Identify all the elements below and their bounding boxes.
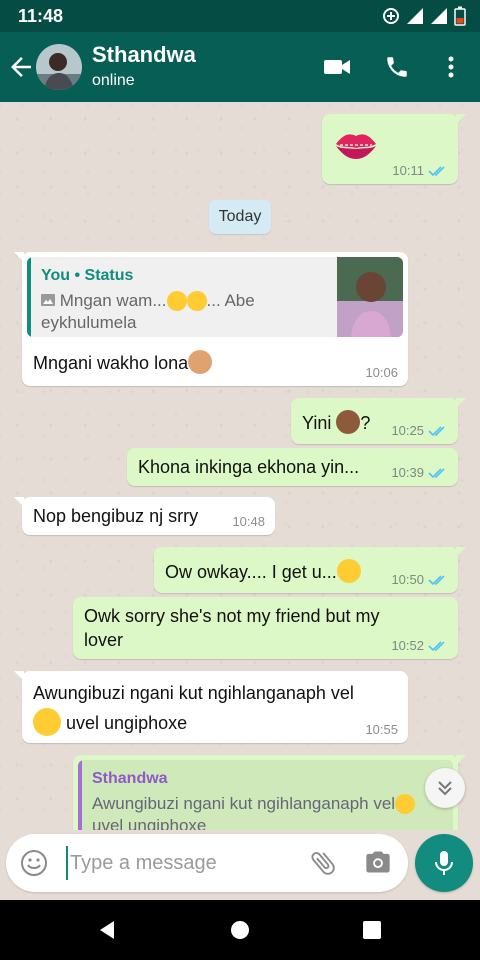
tongue-wink-emoji (166, 291, 187, 311)
grinning-face-emoji (395, 794, 416, 814)
message-text: Ow owkay.... I get u... (165, 559, 361, 583)
quote-text-line2: uvel ungiphoxe (92, 816, 207, 830)
kiss-mark-emoji (336, 134, 376, 159)
quoted-status[interactable]: You • Status Mngan wam...... Abe eykhulu… (27, 257, 403, 337)
status-icons (382, 5, 466, 27)
avatar-image (36, 44, 82, 90)
image-icon (41, 294, 55, 306)
message-meta: 10:11 (392, 163, 448, 178)
voice-call-icon (387, 57, 407, 77)
date-divider: Today (209, 200, 271, 234)
attach-icon (311, 852, 335, 875)
message-time: 10:11 (392, 163, 424, 178)
signal-icon (407, 8, 423, 24)
nav-back-icon (100, 921, 114, 939)
nav-recents-icon (363, 921, 381, 939)
quote-author: Sthandwa (92, 770, 168, 787)
chat-header: Sthandwa online (0, 32, 480, 102)
party-face-emoji (186, 291, 207, 311)
voice-call-button[interactable] (382, 52, 412, 82)
message-bubble[interactable]: You • Status Mngan wam...... Abe eykhulu… (14, 252, 408, 386)
message-bubble[interactable]: Nop bengibuz nj srry 10:48 (14, 497, 275, 535)
message-time: 10:55 (365, 722, 398, 737)
shrug-emoji (336, 410, 361, 434)
facepalm-emoji (188, 350, 213, 374)
read-ticks-icon (428, 425, 445, 436)
message-meta: 10:48 (232, 514, 265, 529)
chat-area[interactable]: 10:11 Today You • Status Mngan wam......… (0, 102, 480, 830)
message-bubble[interactable]: Khona inkinga ekhona yin... 10:39 (127, 448, 458, 486)
emoji-button[interactable] (20, 849, 48, 877)
grinning-face-emoji (33, 708, 61, 736)
status-time: 11:48 (18, 6, 64, 26)
nav-recents-button[interactable] (357, 915, 387, 945)
contact-presence: online (92, 72, 135, 89)
message-bubble[interactable]: Yini ? 10:25 (291, 398, 466, 444)
message-time: 10:48 (232, 514, 265, 529)
voice-record-button[interactable] (415, 834, 473, 892)
message-time: 10:06 (365, 365, 398, 380)
video-call-button[interactable] (322, 52, 352, 82)
message-bubble[interactable]: Awungibuzi ngani kut ngihlanganaph vel u… (14, 671, 408, 743)
quote-text-line2: eykhulumela (41, 313, 137, 332)
message-bubble[interactable]: Sthandwa Awungibuzi ngani kut ngihlangan… (73, 755, 466, 830)
quote-author: You • Status (41, 267, 134, 284)
battery-icon (454, 6, 466, 26)
nav-home-button[interactable] (225, 915, 255, 945)
mic-icon (435, 851, 453, 875)
data-saver-icon (383, 8, 399, 24)
message-time: 10:39 (391, 465, 424, 480)
status-bar: 11:48 (0, 0, 480, 32)
message-time: 10:52 (391, 638, 424, 653)
nav-home-icon (231, 921, 249, 939)
message-text: Owk sorry she's not my friend but my lov… (84, 606, 380, 650)
message-meta: 10:06 (365, 365, 398, 380)
contact-avatar[interactable] (36, 44, 82, 90)
message-meta: 10:52 (391, 638, 448, 653)
scroll-down-icon (438, 781, 452, 796)
scroll-to-bottom-button[interactable] (425, 768, 465, 808)
read-ticks-icon (428, 165, 445, 176)
more-options-icon (448, 56, 454, 78)
message-text: Khona inkinga ekhona yin... (138, 457, 360, 477)
message-meta: 10:50 (391, 572, 448, 587)
signal-icon-2 (431, 8, 447, 24)
message-meta: 10:39 (391, 465, 448, 480)
message-bubble[interactable]: 10:11 (322, 114, 466, 184)
video-call-icon (324, 60, 350, 74)
message-meta: 10:55 (365, 722, 398, 737)
message-meta: 10:25 (391, 423, 448, 438)
message-text: Awungibuzi ngani kut ngihlanganaph vel u… (33, 678, 354, 738)
read-ticks-icon (428, 640, 445, 651)
message-text: Yini ? (302, 410, 370, 434)
smiling-face-emoji (336, 559, 361, 583)
status-thumbnail (337, 257, 403, 337)
message-bubble[interactable]: Owk sorry she's not my friend but my lov… (73, 597, 458, 659)
read-ticks-icon (428, 467, 445, 478)
message-time: 10:50 (391, 572, 424, 587)
contact-name[interactable]: Sthandwa (92, 42, 196, 68)
quote-text-line1: Mngan wam...... Abe (41, 291, 255, 311)
nav-back-button[interactable] (92, 915, 122, 945)
camera-icon (366, 851, 390, 873)
back-arrow-icon (11, 57, 31, 77)
message-time: 10:25 (391, 423, 424, 438)
message-bubble[interactable]: Ow owkay.... I get u... 10:50 (154, 547, 466, 593)
back-button[interactable] (6, 52, 36, 82)
message-input[interactable] (66, 846, 296, 880)
system-nav-bar (0, 900, 480, 960)
more-options-button[interactable] (436, 52, 466, 82)
emoji-icon (21, 850, 47, 876)
read-ticks-icon (428, 574, 445, 585)
message-text: Nop bengibuz nj srry (33, 506, 199, 526)
quote-text-line1: Awungibuzi ngani kut ngihlanganaph vel (92, 794, 416, 814)
message-composer (6, 834, 408, 892)
message-text: Mngani wakho lona (33, 350, 213, 374)
camera-button[interactable] (364, 848, 394, 878)
attach-button[interactable] (308, 848, 338, 878)
quoted-message[interactable]: Sthandwa Awungibuzi ngani kut ngihlangan… (78, 760, 453, 830)
